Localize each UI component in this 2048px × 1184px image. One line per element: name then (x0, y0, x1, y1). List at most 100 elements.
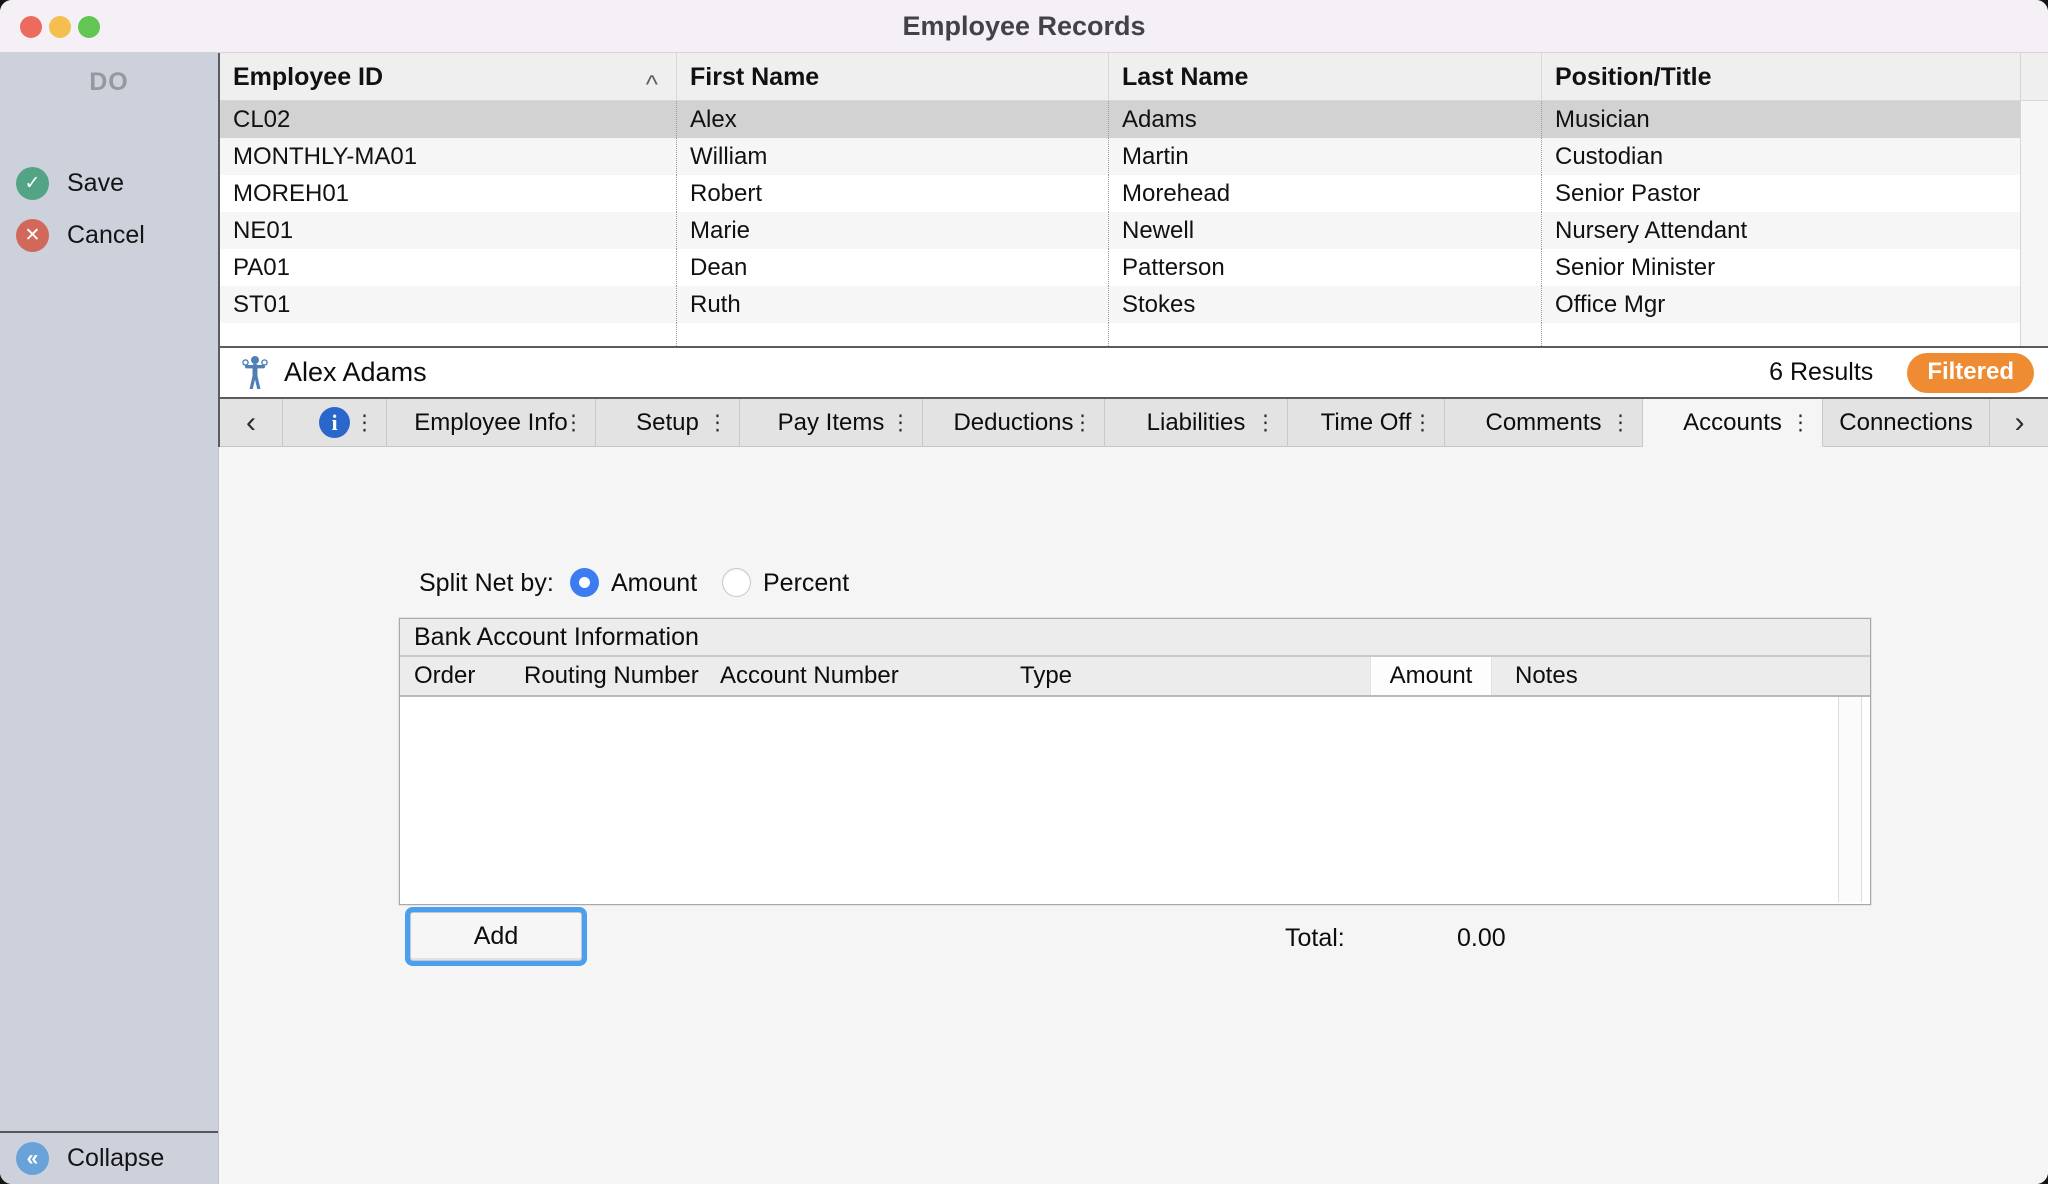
sidebar-header: DO (0, 68, 218, 97)
table-empty-area (220, 323, 2020, 346)
tab-menu-icon[interactable]: ⋮ (563, 410, 584, 435)
cell-first-name: Ruth (677, 286, 1109, 323)
bank-column-header-amount[interactable]: Amount (1370, 657, 1492, 695)
tabs-scroll-left-button[interactable]: ‹ (220, 399, 283, 447)
cell-position-title: Custodian (1542, 138, 2020, 175)
check-circle-icon: ✓ (16, 167, 49, 200)
employee-table: Employee ID ^ First Name Last Name Posit… (218, 53, 2048, 348)
tab-menu-icon[interactable]: ⋮ (890, 410, 911, 435)
tab-menu-icon[interactable]: ⋮ (1610, 410, 1631, 435)
results-count: 6 Results (1769, 358, 1873, 387)
tab-employee-info[interactable]: Employee Info⋮ (387, 399, 596, 447)
tab-menu-icon[interactable]: ⋮ (1255, 410, 1276, 435)
tab-comments[interactable]: Comments ⋮ (1445, 399, 1643, 447)
table-row[interactable]: NE01 Marie Newell Nursery Attendant (220, 212, 2020, 249)
table-scrollbar[interactable] (2020, 53, 2048, 346)
tab-label: Connections (1839, 409, 1972, 437)
tab-menu-icon[interactable]: ⋮ (1072, 410, 1093, 435)
bank-column-header-routing-number[interactable]: Routing Number (524, 657, 699, 695)
tab-setup[interactable]: Setup ⋮ (596, 399, 740, 447)
cell-employee-id: MONTHLY-MA01 (220, 138, 677, 175)
tab-menu-icon[interactable]: ⋮ (707, 410, 728, 435)
tab-info[interactable]: i⋮ (283, 399, 387, 447)
bank-column-header-account-number[interactable]: Account Number (720, 657, 899, 695)
tab-label: Time Off (1321, 409, 1412, 437)
cell-first-name: William (677, 138, 1109, 175)
cell-last-name: Morehead (1109, 175, 1542, 212)
bank-account-panel: Bank Account Information Order Routing Nu… (399, 618, 1871, 905)
split-net-row: Split Net by: Amount Percent (219, 565, 2048, 601)
tab-bar: ‹i⋮Employee Info⋮Setup⋮Pay Items⋮Deducti… (218, 399, 2048, 447)
titlebar: Employee Records (0, 0, 2048, 53)
cell-position-title: Nursery Attendant (1542, 212, 2020, 249)
column-header-first-name[interactable]: First Name (677, 53, 1109, 100)
bank-table-body (400, 697, 1870, 902)
total-value: 0.00 (1457, 924, 1506, 953)
radio-percent-label: Percent (763, 565, 849, 601)
radio-amount[interactable] (570, 568, 599, 597)
cell-employee-id: PA01 (220, 249, 677, 286)
column-header-employee-id[interactable]: Employee ID ^ (220, 53, 677, 100)
cell-first-name: Alex (677, 101, 1109, 138)
radio-percent[interactable] (722, 568, 751, 597)
cancel-button[interactable]: ✕ Cancel (16, 219, 145, 252)
table-row[interactable]: MONTHLY-MA01 William Martin Custodian (220, 138, 2020, 175)
tab-label: Setup (636, 409, 699, 437)
column-header-position-title[interactable]: Position/Title (1542, 53, 2020, 100)
employee-rows: CL02 Alex Adams Musician MONTHLY-MA01 Wi… (220, 101, 2020, 323)
tab-connections[interactable]: Connections (1823, 399, 1990, 447)
info-icon: i (319, 407, 350, 438)
cell-last-name: Stokes (1109, 286, 1542, 323)
save-button[interactable]: ✓ Save (16, 167, 124, 200)
table-row[interactable]: ST01 Ruth Stokes Office Mgr (220, 286, 2020, 323)
total-label: Total: (1285, 924, 1345, 953)
table-row[interactable]: MOREH01 Robert Morehead Senior Pastor (220, 175, 2020, 212)
cell-last-name: Adams (1109, 101, 1542, 138)
cell-first-name: Dean (677, 249, 1109, 286)
cell-employee-id: ST01 (220, 286, 677, 323)
x-circle-icon: ✕ (16, 219, 49, 252)
employee-table-header: Employee ID ^ First Name Last Name Posit… (220, 53, 2020, 101)
tab-liabilities[interactable]: Liabilities⋮ (1105, 399, 1288, 447)
collapse-button[interactable]: « Collapse (0, 1131, 218, 1184)
tab-menu-icon[interactable]: ⋮ (1790, 410, 1811, 435)
cell-last-name: Martin (1109, 138, 1542, 175)
cell-position-title: Office Mgr (1542, 286, 2020, 323)
table-row[interactable]: CL02 Alex Adams Musician (220, 101, 2020, 138)
cell-last-name: Newell (1109, 212, 1542, 249)
chevrons-left-icon: « (16, 1142, 49, 1175)
cell-position-title: Senior Minister (1542, 249, 2020, 286)
tab-time-off[interactable]: Time Off⋮ (1288, 399, 1445, 447)
tabs-scroll-right-button[interactable]: › (1990, 399, 2048, 447)
selected-record-name: Alex Adams (284, 357, 427, 388)
filtered-badge[interactable]: Filtered (1907, 353, 2034, 393)
cell-employee-id: NE01 (220, 212, 677, 249)
tab-pay-items[interactable]: Pay Items⋮ (740, 399, 923, 447)
sort-ascending-icon: ^ (646, 60, 658, 100)
window-title: Employee Records (0, 0, 2048, 53)
tab-accounts[interactable]: Accounts ⋮ (1643, 399, 1823, 447)
bank-panel-title: Bank Account Information (400, 619, 1870, 657)
tab-menu-icon[interactable]: ⋮ (1412, 410, 1433, 435)
cell-position-title: Senior Pastor (1542, 175, 2020, 212)
tab-label: Deductions (953, 409, 1073, 437)
table-row[interactable]: PA01 Dean Patterson Senior Minister (220, 249, 2020, 286)
person-icon (242, 355, 268, 391)
tab-label: Comments (1485, 409, 1601, 437)
bank-table-header: Order Routing Number Account Number Type Amo… (400, 657, 1870, 697)
cell-last-name: Patterson (1109, 249, 1542, 286)
add-account-button[interactable]: Add (410, 912, 582, 961)
bank-table-scrollbar[interactable] (1838, 697, 1862, 902)
tab-label: Pay Items (778, 409, 885, 437)
bank-column-header-type[interactable]: Type (1020, 657, 1072, 695)
tab-label: Employee Info (414, 409, 567, 437)
column-header-last-name[interactable]: Last Name (1109, 53, 1542, 100)
tab-menu-icon[interactable]: ⋮ (354, 410, 375, 435)
split-net-label: Split Net by: (419, 565, 554, 601)
radio-amount-label: Amount (611, 565, 697, 601)
tab-deductions[interactable]: Deductions⋮ (923, 399, 1105, 447)
bank-column-header-notes[interactable]: Notes (1515, 657, 1578, 695)
save-label: Save (67, 169, 124, 198)
tab-label: Accounts (1683, 409, 1782, 437)
bank-column-header-order[interactable]: Order (414, 657, 475, 695)
